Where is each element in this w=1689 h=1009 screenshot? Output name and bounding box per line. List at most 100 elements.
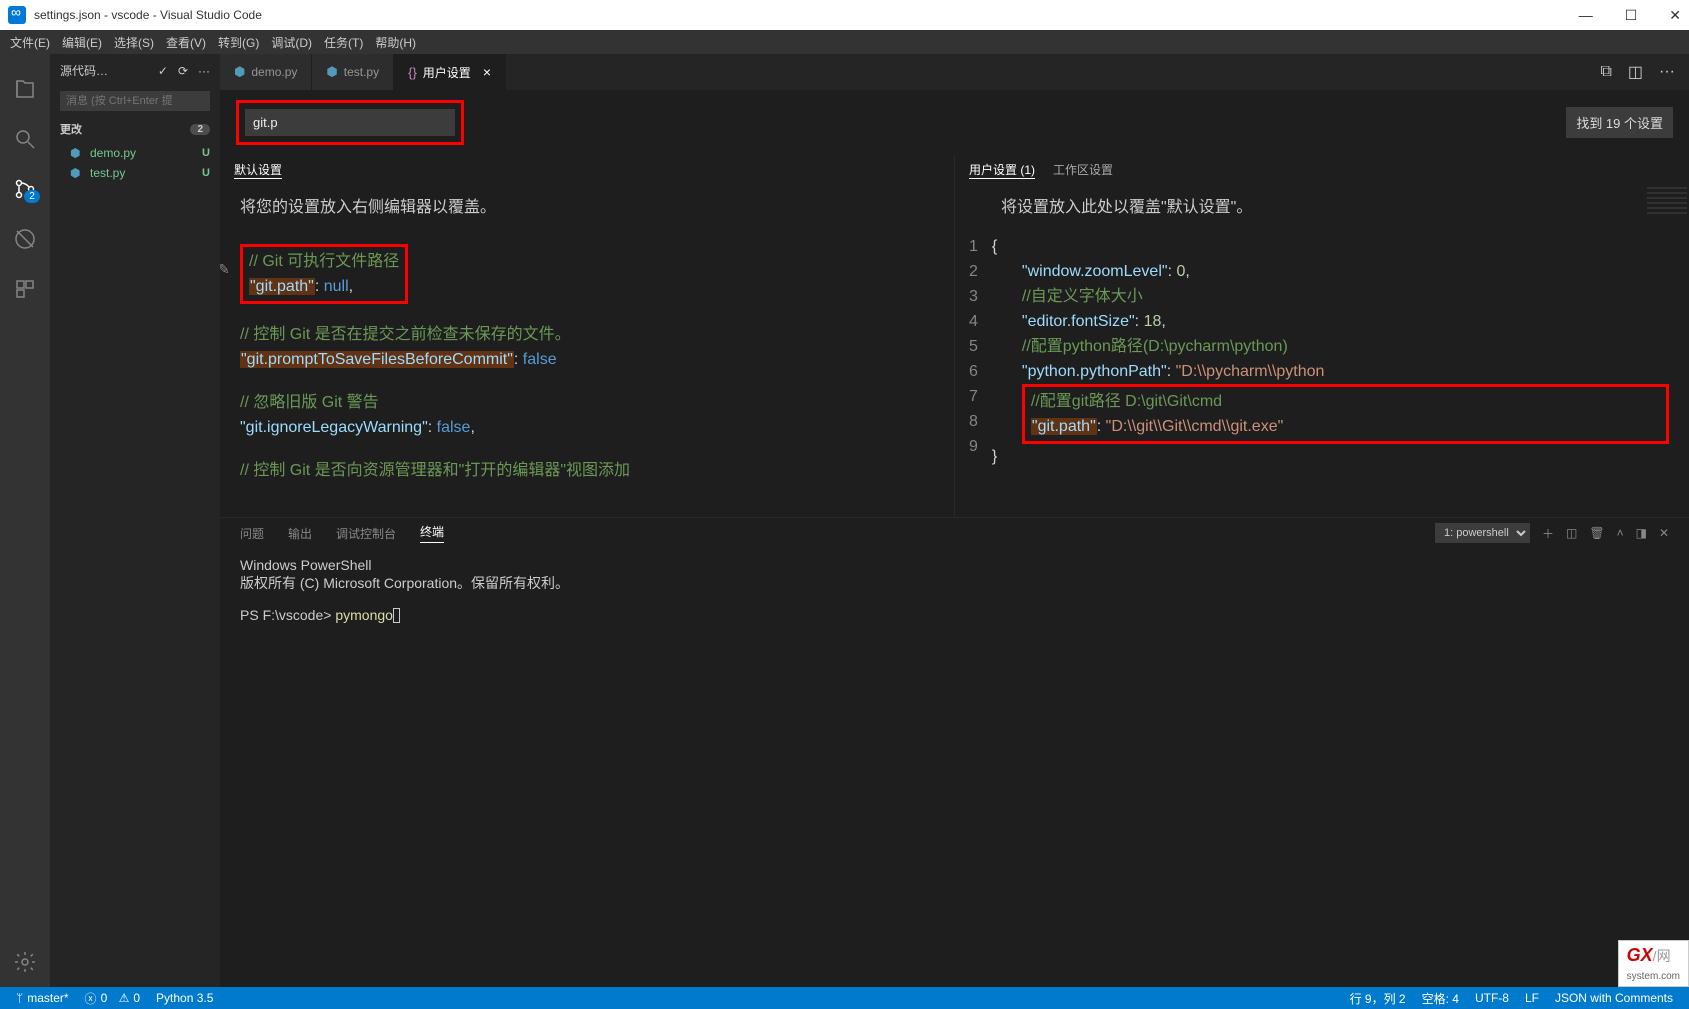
default-settings-desc: 将您的设置放入右侧编辑器以覆盖。 (240, 195, 934, 220)
menu-goto[interactable]: 转到(G) (218, 34, 259, 51)
commit-message-input[interactable] (60, 91, 210, 111)
status-python[interactable]: Python 3.5 (148, 991, 221, 1005)
terminal-select[interactable]: 1: powershell (1435, 523, 1530, 543)
new-terminal-icon[interactable]: ＋ (1542, 525, 1554, 542)
highlight-box-gitpath: // Git 可执行文件路径 "git.path": null, (240, 244, 408, 304)
refresh-icon[interactable]: ⟳ (178, 64, 188, 78)
debug-icon[interactable] (0, 214, 50, 264)
panel-tab-output[interactable]: 输出 (288, 525, 312, 542)
scm-icon[interactable]: 2 (0, 164, 50, 214)
scm-badge: 2 (24, 190, 40, 203)
terminal-line: 版权所有 (C) Microsoft Corporation。保留所有权利。 (240, 574, 1669, 592)
tab-label: demo.py (251, 65, 297, 79)
tab-demo-py[interactable]: ⬢ demo.py (220, 54, 312, 90)
user-settings-code[interactable]: { "window.zoomLevel": 0, //自定义字体大小 "edit… (992, 234, 1669, 469)
panel-tab-problems[interactable]: 问题 (240, 525, 264, 542)
editor-area: ⬢ demo.py ⬢ test.py {} 用户设置 × ⧉ ◫ ··· 找到 19 … (220, 54, 1689, 987)
vscode-icon (8, 6, 26, 24)
menu-edit[interactable]: 编辑(E) (62, 34, 102, 51)
default-settings-header: 默认设置 (234, 161, 282, 179)
status-language[interactable]: JSON with Comments (1547, 990, 1681, 1007)
menu-debug[interactable]: 调试(D) (271, 34, 312, 51)
panel-tab-debug-console[interactable]: 调试控制台 (336, 525, 396, 542)
status-bar: ᛘmaster* ⓧ0 ⚠0 Python 3.5 行 9，列 2 空格: 4 … (0, 987, 1689, 1009)
panel-tab-terminal[interactable]: 终端 (420, 523, 444, 543)
split-editor-icon[interactable]: ◫ (1628, 62, 1643, 82)
python-file-icon: ⬢ (234, 64, 245, 80)
tab-user-settings[interactable]: {} 用户设置 × (394, 54, 506, 90)
settings-search-input[interactable] (245, 109, 455, 136)
extensions-icon[interactable] (0, 264, 50, 314)
scm-sidebar: 源代码… ✓ ⟳ ··· 更改 2 ⬢ demo.py U ⬢ test.py … (50, 54, 220, 987)
panel-layout-icon[interactable]: ◨ (1636, 526, 1647, 540)
tab-label: test.py (344, 65, 379, 79)
user-settings-pane: 用户设置 (1) 工作区设置 将设置放入此处以覆盖"默认设置"。 1234567… (954, 155, 1689, 517)
scm-file-item[interactable]: ⬢ test.py U (50, 163, 220, 183)
window-title: settings.json - vscode - Visual Studio C… (34, 8, 262, 22)
highlight-box-gitpath-user: //配置git路径 D:\git\Git\cmd "git.path": "D:… (1022, 384, 1669, 444)
close-tab-icon[interactable]: × (483, 64, 491, 80)
terminal-command: pymongo (335, 607, 393, 623)
terminal-line: Windows PowerShell (240, 556, 1669, 574)
scm-file-item[interactable]: ⬢ demo.py U (50, 143, 220, 163)
terminal[interactable]: Windows PowerShell 版权所有 (C) Microsoft Co… (220, 548, 1689, 987)
search-highlight-box (236, 100, 464, 145)
workspace-settings-tab[interactable]: 工作区设置 (1053, 161, 1113, 179)
close-button[interactable]: ✕ (1669, 7, 1681, 24)
search-result-count: 找到 19 个设置 (1566, 107, 1673, 138)
activity-bar: 2 (0, 54, 50, 987)
file-status: U (202, 167, 210, 179)
python-file-icon: ⬢ (70, 146, 84, 160)
settings-gear-icon[interactable] (0, 937, 50, 987)
changes-count: 2 (190, 124, 210, 135)
error-icon: ⓧ (85, 990, 97, 1007)
line-numbers: 123456789 (961, 234, 992, 469)
more-icon[interactable]: ··· (198, 64, 210, 78)
file-name: demo.py (90, 146, 136, 160)
status-errors[interactable]: ⓧ0 ⚠0 (77, 990, 149, 1007)
bottom-panel: 问题 输出 调试控制台 终端 1: powershell ＋ ◫ 🗑 ˄ ◨ ✕ (220, 517, 1689, 987)
file-name: test.py (90, 166, 125, 180)
more-actions-icon[interactable]: ··· (1659, 63, 1675, 81)
editor-tabs: ⬢ demo.py ⬢ test.py {} 用户设置 × ⧉ ◫ ··· (220, 54, 1689, 90)
menu-help[interactable]: 帮助(H) (375, 34, 416, 51)
warning-icon: ⚠ (119, 991, 130, 1005)
status-spaces[interactable]: 空格: 4 (1414, 990, 1467, 1007)
close-panel-icon[interactable]: ✕ (1659, 526, 1669, 540)
file-status: U (202, 147, 210, 159)
commit-check-icon[interactable]: ✓ (158, 64, 168, 78)
maximize-button[interactable]: ☐ (1625, 7, 1638, 24)
kill-terminal-icon[interactable]: 🗑 (1589, 526, 1604, 540)
default-settings-pane: 默认设置 ✎ 将您的设置放入右侧编辑器以覆盖。 // Git 可执行文件路径 "… (220, 155, 954, 517)
menu-file[interactable]: 文件(E) (10, 34, 50, 51)
python-file-icon: ⬢ (326, 64, 337, 80)
split-terminal-icon[interactable]: ◫ (1566, 526, 1577, 540)
python-file-icon: ⬢ (70, 166, 84, 180)
status-cursor-pos[interactable]: 行 9，列 2 (1342, 990, 1414, 1007)
terminal-cursor (393, 608, 400, 623)
title-bar: settings.json - vscode - Visual Studio C… (0, 0, 1689, 30)
edit-pencil-icon[interactable]: ✎ (220, 257, 230, 282)
search-icon[interactable] (0, 114, 50, 164)
scm-title: 源代码… (60, 62, 158, 79)
user-settings-tab[interactable]: 用户设置 (1) (969, 161, 1035, 179)
status-eol[interactable]: LF (1517, 990, 1547, 1007)
menu-bar: 文件(E) 编辑(E) 选择(S) 查看(V) 转到(G) 调试(D) 任务(T… (0, 30, 1689, 54)
json-file-icon: {} (408, 65, 417, 80)
terminal-prompt: PS F:\vscode> (240, 607, 335, 623)
open-preview-icon[interactable]: ⧉ (1600, 63, 1611, 81)
menu-selection[interactable]: 选择(S) (114, 34, 154, 51)
menu-tasks[interactable]: 任务(T) (324, 34, 363, 51)
menu-view[interactable]: 查看(V) (166, 34, 206, 51)
status-encoding[interactable]: UTF-8 (1467, 990, 1517, 1007)
watermark: GX/网system.com (1618, 940, 1689, 987)
changes-label: 更改 (60, 121, 82, 137)
tab-test-py[interactable]: ⬢ test.py (312, 54, 394, 90)
status-branch[interactable]: ᛘmaster* (8, 991, 77, 1005)
user-settings-desc: 将设置放入此处以覆盖"默认设置"。 (961, 195, 1669, 220)
maximize-panel-icon[interactable]: ˄ (1617, 526, 1624, 540)
minimap[interactable] (1647, 187, 1687, 217)
minimize-button[interactable]: — (1579, 7, 1593, 24)
explorer-icon[interactable] (0, 64, 50, 114)
tab-label: 用户设置 (423, 64, 471, 81)
